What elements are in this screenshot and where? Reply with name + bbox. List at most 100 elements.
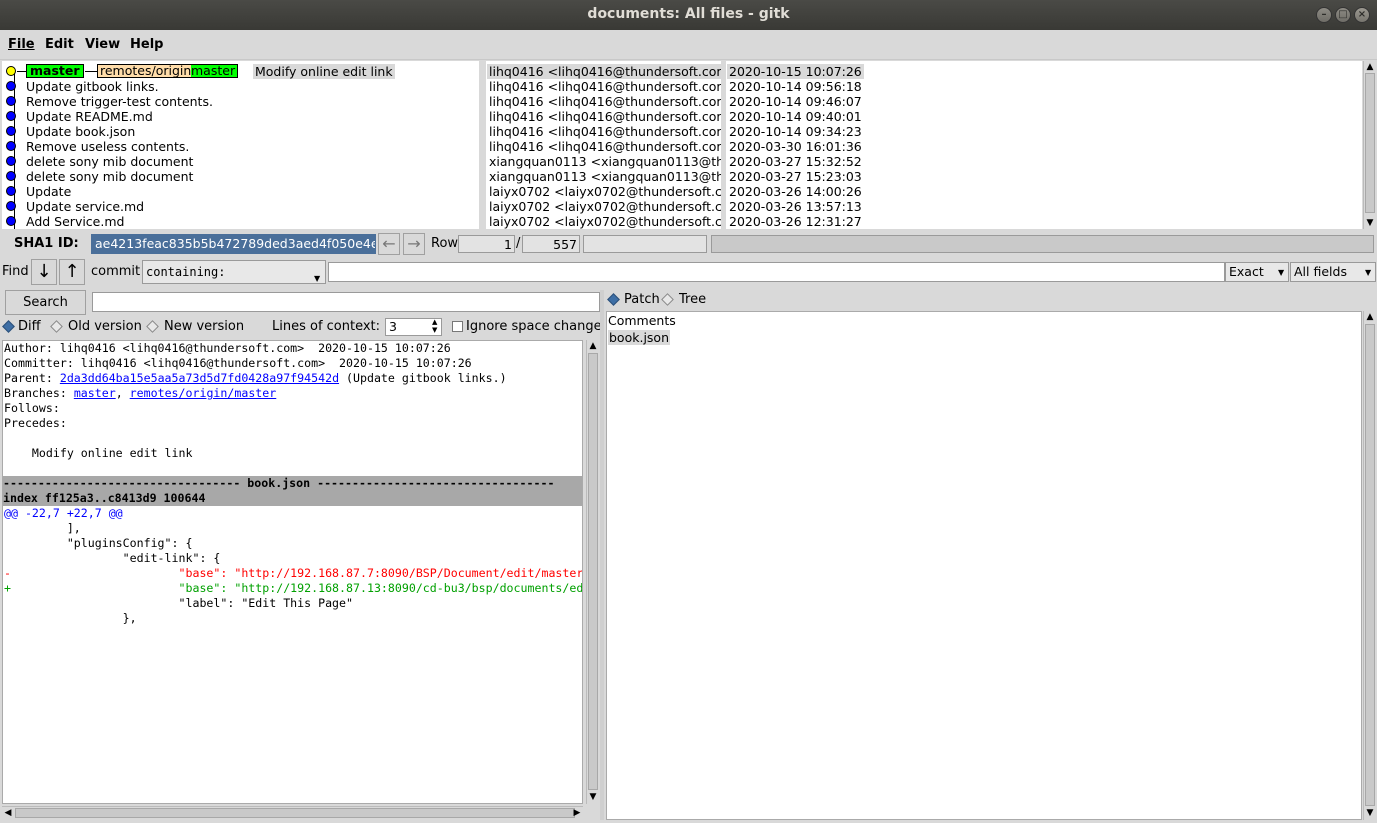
- commit-date[interactable]: 2020-10-14 09:34:23: [729, 124, 862, 139]
- diff-added-line: + "base": "http://192.168.87.13:8090/cd-…: [4, 581, 583, 595]
- scroll-thumb[interactable]: [15, 808, 575, 818]
- scroll-thumb[interactable]: [1365, 73, 1375, 213]
- menu-view[interactable]: View: [85, 37, 120, 52]
- scroll-right-icon[interactable]: ▶: [571, 807, 583, 819]
- patch-radio[interactable]: [607, 293, 620, 306]
- forward-arrow-icon[interactable]: →: [403, 233, 425, 255]
- dropdown-arrow-icon[interactable]: ▼: [314, 274, 320, 283]
- remote-tag-branch[interactable]: master: [191, 64, 239, 78]
- branch-tag-master[interactable]: master: [26, 64, 84, 78]
- commit-date[interactable]: 2020-10-15 10:07:26: [727, 64, 864, 79]
- file-list-pane[interactable]: Comments book.json: [606, 311, 1362, 820]
- commit-author[interactable]: laiyx0702 <laiyx0702@thundersoft.com>: [489, 184, 721, 199]
- menu-file-label: File: [8, 37, 35, 52]
- new-version-radio[interactable]: [146, 320, 159, 333]
- commit-author[interactable]: lihq0416 <lihq0416@thundersoft.com>: [489, 79, 721, 94]
- commit-author[interactable]: lihq0416 <lihq0416@thundersoft.com>: [489, 94, 721, 109]
- commit-dot: [6, 156, 16, 166]
- commit-subject[interactable]: delete sony mib document: [26, 169, 193, 184]
- menu-help-label: Help: [130, 37, 164, 52]
- diff-radio[interactable]: [2, 320, 15, 333]
- commit-author-pane[interactable]: lihq0416 <lihq0416@thundersoft.com> lihq…: [486, 61, 721, 229]
- commit-date[interactable]: 2020-03-27 15:23:03: [729, 169, 862, 184]
- commit-subject[interactable]: Update service.md: [26, 199, 144, 214]
- commit-author[interactable]: lihq0416 <lihq0416@thundersoft.com>: [489, 124, 721, 139]
- commit-subject[interactable]: Remove trigger-test contents.: [26, 94, 213, 109]
- commit-subject[interactable]: Add Service.md: [26, 214, 124, 229]
- commit-author[interactable]: xiangquan0113 <xiangquan0113@thundersoft…: [489, 154, 721, 169]
- commit-author[interactable]: lihq0416 <lihq0416@thundersoft.com>: [487, 64, 721, 79]
- commit-subject[interactable]: Update book.json: [26, 124, 135, 139]
- find-type[interactable]: commit: [91, 264, 140, 279]
- scroll-up-icon[interactable]: ▲: [587, 340, 599, 352]
- scroll-down-icon[interactable]: ▼: [587, 791, 599, 803]
- diff-pane[interactable]: Author: lihq0416 <lihq0416@thundersoft.c…: [2, 340, 583, 804]
- maximize-icon[interactable]: □: [1335, 7, 1351, 23]
- commit-graph-pane[interactable]: master remotes/origin/ master Modify onl…: [2, 61, 479, 229]
- menu-file[interactable]: File: [8, 37, 35, 52]
- ignore-space-checkbox[interactable]: [452, 321, 463, 332]
- find-fields-select[interactable]: All fields: [1290, 262, 1376, 282]
- search-button[interactable]: Search: [5, 290, 86, 315]
- commit-subject[interactable]: Modify online edit link: [253, 64, 395, 79]
- commit-list-scrollbar[interactable]: ▲ ▼: [1363, 61, 1375, 229]
- commit-date[interactable]: 2020-10-14 09:40:01: [729, 109, 862, 124]
- remote-tag-prefix[interactable]: remotes/origin/: [97, 64, 198, 78]
- pane-divider[interactable]: [600, 290, 604, 820]
- minimize-icon[interactable]: –: [1316, 7, 1332, 23]
- commit-date[interactable]: 2020-03-27 15:32:52: [729, 154, 862, 169]
- commit-date[interactable]: 2020-03-26 14:00:26: [729, 184, 862, 199]
- find-input[interactable]: [328, 262, 1225, 282]
- spinbox-arrows-icon[interactable]: ▲ ▼: [432, 318, 437, 334]
- tree-radio[interactable]: [661, 293, 674, 306]
- diff-radio-label: Diff: [18, 319, 41, 334]
- file-list-comments[interactable]: Comments: [608, 313, 676, 328]
- menu-edit[interactable]: Edit: [45, 37, 74, 52]
- commit-date[interactable]: 2020-10-14 09:56:18: [729, 79, 862, 94]
- commit-author[interactable]: xiangquan0113 <xiangquan0113@thundersoft…: [489, 169, 721, 184]
- commit-author[interactable]: lihq0416 <lihq0416@thundersoft.com>: [489, 139, 721, 154]
- sha-input[interactable]: ae4213feac835b5b472789ded3aed4f050e4e635: [91, 234, 376, 254]
- file-list-item[interactable]: book.json: [608, 330, 670, 345]
- commit-date[interactable]: 2020-03-26 13:57:13: [729, 199, 862, 214]
- commit-dot: [6, 111, 16, 121]
- find-prev-icon[interactable]: ↑: [59, 259, 85, 285]
- commit-date[interactable]: 2020-03-26 12:31:27: [729, 214, 862, 229]
- commit-subject[interactable]: Update: [26, 184, 71, 199]
- commit-subject[interactable]: Remove useless contents.: [26, 139, 189, 154]
- commit-author[interactable]: laiyx0702 <laiyx0702@thundersoft.com>: [489, 199, 721, 214]
- scroll-down-icon[interactable]: ▼: [1364, 807, 1376, 819]
- branch-link-remote[interactable]: remotes/origin/master: [130, 386, 277, 400]
- branch-link-master[interactable]: master: [74, 386, 116, 400]
- tree-label: Tree: [679, 292, 707, 307]
- commit-date[interactable]: 2020-10-14 09:46:07: [729, 94, 862, 109]
- dropdown-arrow-icon[interactable]: ▼: [1365, 268, 1371, 277]
- parent-sha-link[interactable]: 2da3dd64ba15e5aa5a73d5d7fd0428a97f94542d: [60, 371, 339, 385]
- commit-dot: [6, 96, 16, 106]
- commit-subject[interactable]: Update gitbook links.: [26, 79, 159, 94]
- scroll-left-icon[interactable]: ◀: [2, 807, 14, 819]
- commit-author[interactable]: laiyx0702 <laiyx0702@thundersoft.com>: [489, 214, 721, 229]
- commit-subject[interactable]: Update README.md: [26, 109, 153, 124]
- back-arrow-icon[interactable]: ←: [378, 233, 400, 255]
- commit-date-pane[interactable]: 2020-10-15 10:07:26 2020-10-14 09:56:18 …: [726, 61, 1362, 229]
- search-input[interactable]: [92, 292, 600, 312]
- file-list-scrollbar[interactable]: ▲ ▼: [1363, 311, 1375, 820]
- commit-subject[interactable]: delete sony mib document: [26, 154, 193, 169]
- scroll-up-icon[interactable]: ▲: [1364, 61, 1376, 73]
- find-mode-select[interactable]: containing:: [142, 260, 326, 284]
- menu-help[interactable]: Help: [130, 37, 163, 52]
- commit-dot: [6, 126, 16, 136]
- dropdown-arrow-icon[interactable]: ▼: [1278, 268, 1284, 277]
- commit-author[interactable]: lihq0416 <lihq0416@thundersoft.com>: [489, 109, 721, 124]
- scroll-up-icon[interactable]: ▲: [1364, 311, 1376, 323]
- scroll-down-icon[interactable]: ▼: [1364, 217, 1376, 229]
- diff-vscrollbar[interactable]: ▲ ▼: [586, 340, 598, 804]
- close-icon[interactable]: ×: [1354, 7, 1370, 23]
- scroll-thumb[interactable]: [588, 353, 598, 790]
- old-version-radio[interactable]: [50, 320, 63, 333]
- scroll-thumb[interactable]: [1365, 324, 1375, 806]
- commit-date[interactable]: 2020-03-30 16:01:36: [729, 139, 862, 154]
- diff-hscrollbar[interactable]: ◀ ▶: [2, 806, 583, 818]
- find-next-icon[interactable]: ↓: [31, 259, 57, 285]
